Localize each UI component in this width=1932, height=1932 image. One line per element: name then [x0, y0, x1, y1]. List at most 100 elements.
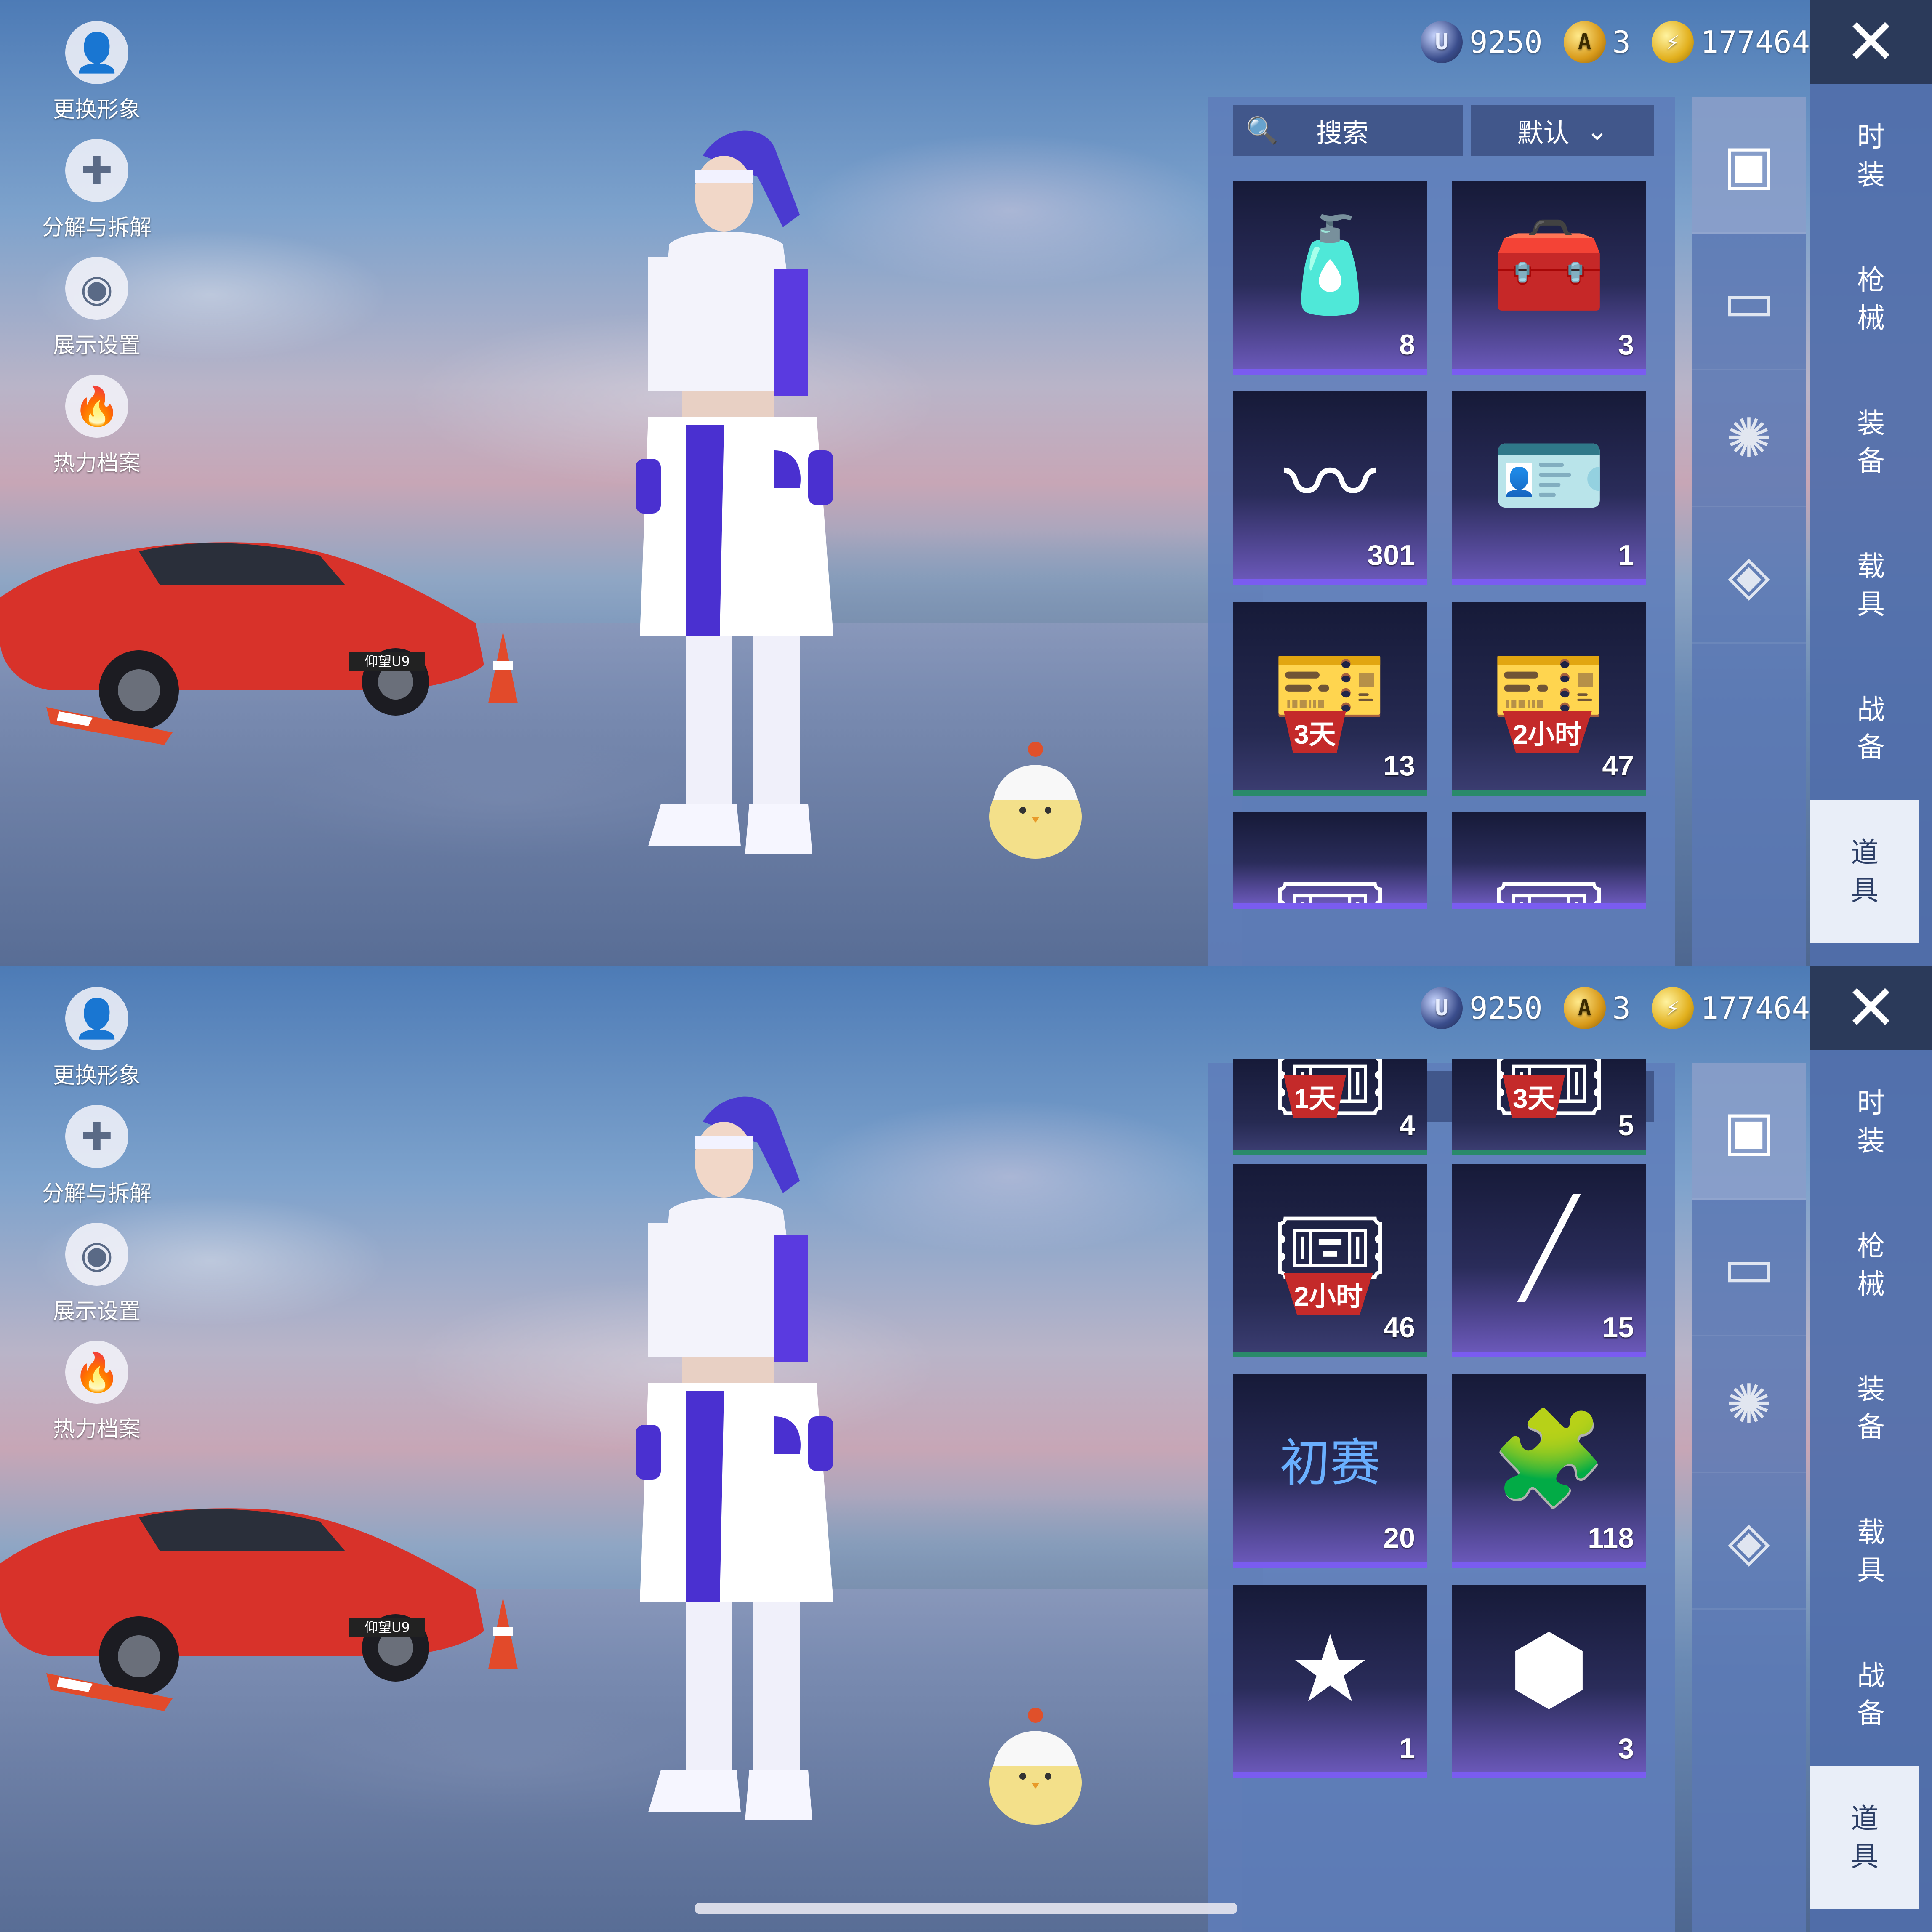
- close-button[interactable]: ✕: [1810, 0, 1932, 84]
- tab-label: 装: [1857, 159, 1885, 190]
- toolbox-icon: 🧰: [1491, 213, 1607, 317]
- item-qty: 3: [1618, 329, 1634, 361]
- heat-profile-button[interactable]: 🔥 热力档案: [34, 375, 160, 492]
- tab-label: 装: [1857, 407, 1885, 439]
- avatar-icon: 👤: [65, 987, 128, 1050]
- ticket-icon[interactable]: ◈: [1692, 507, 1806, 644]
- display-settings-button[interactable]: ◉ 展示设置: [34, 1223, 160, 1341]
- item-slot[interactable]: 🧩 118: [1452, 1374, 1646, 1568]
- chest-icon[interactable]: ▭: [1692, 1200, 1806, 1336]
- card-icon[interactable]: ▣: [1692, 1063, 1806, 1200]
- tab-label: 备: [1857, 1698, 1885, 1729]
- sort-dropdown[interactable]: 默认 ⌄: [1471, 105, 1654, 156]
- tab-vehicles[interactable]: 载具: [1810, 514, 1932, 657]
- duration-tag: 3天: [1503, 1075, 1565, 1118]
- chevron-down-icon: ⌄: [1586, 116, 1608, 146]
- tab-equipment[interactable]: 装备: [1810, 1336, 1932, 1480]
- decompose-button[interactable]: ✚ 分解与拆解: [34, 139, 160, 257]
- item-slot[interactable]: 〰 301: [1233, 391, 1427, 585]
- heat-profile-label: 热力档案: [53, 451, 141, 476]
- tab-label: 具: [1857, 1554, 1885, 1586]
- player-character: [636, 130, 833, 854]
- display-settings-button[interactable]: ◉ 展示设置: [34, 257, 160, 375]
- home-indicator[interactable]: [695, 1903, 1237, 1914]
- uc-amount: 9250: [1469, 24, 1543, 60]
- firework-icon[interactable]: ✺: [1692, 1336, 1806, 1473]
- category-sidebar: 时装 枪械 装备 载具 战备 道具: [1810, 84, 1932, 966]
- tab-label: 具: [1851, 1841, 1879, 1872]
- item-slot[interactable]: ★ 1: [1233, 1585, 1427, 1778]
- tab-weapons[interactable]: 枪械: [1810, 1193, 1932, 1336]
- inventory-panel: 🔍 搜索 默认 ⌄ 🎟1天4 🎟3天5 🎟2小时46 ╱15 初赛20 🧩118…: [1208, 1059, 1675, 1932]
- uc-currency: U 9250: [1421, 21, 1543, 63]
- ticket-text: 初赛: [1280, 1435, 1381, 1491]
- item-slot[interactable]: ╱ 15: [1452, 1164, 1646, 1357]
- subcategory-bar: ▣ ▭ ✺ ◈: [1692, 97, 1806, 966]
- tab-items[interactable]: 道具: [1810, 800, 1919, 943]
- left-menu: 👤 更换形象 ✚ 分解与拆解 ◉ 展示设置 🔥 热力档案: [34, 21, 160, 492]
- tab-label: 具: [1857, 588, 1885, 620]
- traffic-cone: [488, 1597, 518, 1669]
- item-qty: 46: [1383, 1312, 1415, 1344]
- close-button[interactable]: ✕: [1810, 966, 1932, 1050]
- change-avatar-label: 更换形象: [53, 98, 141, 122]
- item-qty: 301: [1367, 539, 1415, 571]
- item-slot[interactable]: 🧴 8: [1233, 181, 1427, 375]
- item-qty: 13: [1383, 750, 1415, 782]
- traffic-cone: [46, 707, 173, 745]
- tab-label: 战: [1857, 1660, 1885, 1691]
- tab-label: 载: [1857, 1517, 1885, 1548]
- tab-outfit[interactable]: 时装: [1810, 1050, 1932, 1193]
- tab-outfit[interactable]: 时装: [1810, 84, 1932, 227]
- item-slot[interactable]: 🎟3天5: [1452, 1059, 1646, 1155]
- item-slot[interactable]: 🎟: [1233, 812, 1427, 909]
- item-slot[interactable]: 初赛 20: [1233, 1374, 1427, 1568]
- firework-icon[interactable]: ✺: [1692, 370, 1806, 507]
- item-slot[interactable]: 🎟: [1452, 812, 1646, 909]
- search-row: 🔍 搜索 默认 ⌄: [1233, 105, 1654, 156]
- star-badge-icon: ★: [1288, 1617, 1372, 1721]
- tab-battle-prep[interactable]: 战备: [1810, 657, 1932, 800]
- search-label: 搜索: [1316, 119, 1369, 148]
- tab-label: 装: [1857, 1125, 1885, 1156]
- heat-profile-button[interactable]: 🔥 热力档案: [34, 1341, 160, 1458]
- change-avatar-button[interactable]: 👤 更换形象: [34, 21, 160, 139]
- stick-icon: ╱: [1521, 1196, 1577, 1300]
- tab-equipment[interactable]: 装备: [1810, 370, 1932, 514]
- ticket-icon[interactable]: ◈: [1692, 1473, 1806, 1610]
- tab-items[interactable]: 道具: [1810, 1766, 1919, 1909]
- item-qty: 118: [1588, 1522, 1634, 1554]
- item-qty: 20: [1383, 1522, 1415, 1554]
- item-slot[interactable]: 🎫 2小时 47: [1452, 602, 1646, 796]
- ag-amount: 3: [1612, 990, 1631, 1026]
- item-slot[interactable]: 🧰 3: [1452, 181, 1646, 375]
- item-slot[interactable]: ⬢ 3: [1452, 1585, 1646, 1778]
- chest-icon[interactable]: ▭: [1692, 234, 1806, 370]
- tab-battle-prep[interactable]: 战备: [1810, 1623, 1932, 1766]
- item-slot[interactable]: 🎫 3天 13: [1233, 602, 1427, 796]
- tab-weapons[interactable]: 枪械: [1810, 227, 1932, 370]
- item-slot[interactable]: 🎟 2小时 46: [1233, 1164, 1427, 1357]
- bp-currency: ⚡ 177464: [1651, 987, 1810, 1029]
- item-slot[interactable]: 🪪 1: [1452, 391, 1646, 585]
- uc-currency: U 9250: [1421, 987, 1543, 1029]
- subcategory-bar: ▣ ▭ ✺ ◈: [1692, 1063, 1806, 1932]
- card-icon[interactable]: ▣: [1692, 97, 1806, 234]
- puzzle-orb-icon: 🧩: [1491, 1406, 1607, 1510]
- tab-label: 具: [1851, 875, 1879, 906]
- currency-bar: U 9250 A 3 ⚡ 177464: [1421, 983, 1810, 1033]
- bp-coin-icon: ⚡: [1651, 987, 1694, 1029]
- city-skyline: [800, 1496, 1263, 1589]
- change-avatar-label: 更换形象: [53, 1064, 141, 1088]
- change-avatar-button[interactable]: 👤 更换形象: [34, 987, 160, 1105]
- fire-icon: 🔥: [65, 1341, 128, 1404]
- search-input[interactable]: 🔍 搜索: [1233, 105, 1463, 156]
- ticket-icon: 初赛: [1233, 1383, 1427, 1534]
- puzzle-icon: ✚: [65, 1105, 128, 1168]
- tab-vehicles[interactable]: 载具: [1810, 1480, 1932, 1623]
- item-slot[interactable]: 🎟1天4: [1233, 1059, 1427, 1155]
- inventory-panel: 🔍 搜索 默认 ⌄ 🧴8 🧰3 〰301 🪪1 🎫3天13 🎫2小时47 🎟 🎟: [1208, 97, 1675, 966]
- decompose-button[interactable]: ✚ 分解与拆解: [34, 1105, 160, 1223]
- duration-tag: 2小时: [1503, 711, 1592, 753]
- tab-label: 装: [1857, 1373, 1885, 1405]
